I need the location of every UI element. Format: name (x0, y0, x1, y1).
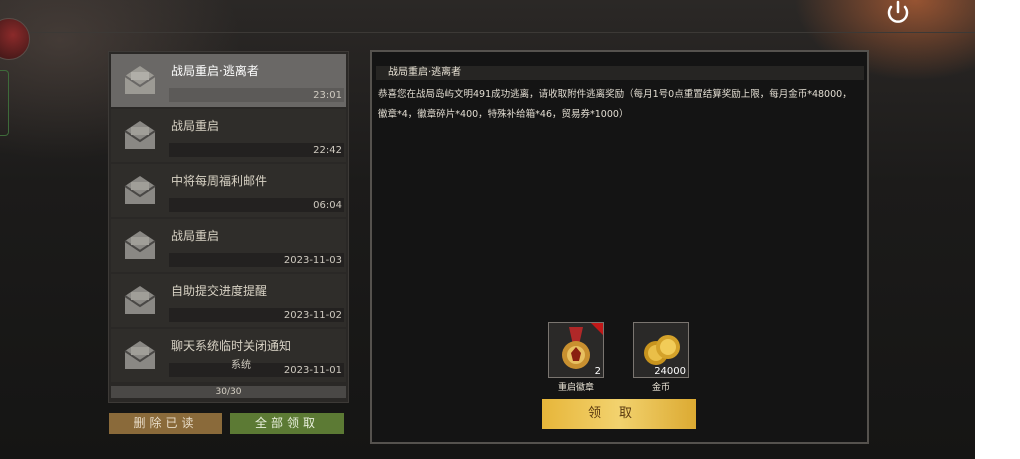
claim-button[interactable]: 领取 (542, 399, 696, 429)
reward-name: 金币 (651, 383, 670, 393)
mail-item[interactable]: 中将每周福利邮件 06:04 (111, 164, 346, 217)
power-icon[interactable] (880, 0, 916, 26)
mail-list[interactable]: 战局重启·逃离者 23:01 战局重启 22:42 中将每周福利邮件 06:04… (108, 51, 349, 403)
mail-title: 自助提交进度提醒 (171, 284, 268, 298)
mail-detail-panel: 战局重启·逃离者 恭喜您在战局岛屿文明491成功逃离，请收取附件逃离奖励（每月1… (370, 50, 869, 444)
envelope-icon (124, 341, 156, 369)
mail-time: 2023-11-01 (283, 365, 342, 376)
reward-item[interactable]: 2 重启徽章 (548, 322, 604, 393)
mail-item[interactable]: 战局重启 2023-11-03 (111, 219, 346, 272)
header-divider (0, 32, 975, 33)
reward-count: 2 (594, 366, 601, 377)
reward-slot[interactable]: 24000 (633, 322, 689, 378)
mail-sender: 系统 (231, 360, 251, 371)
mail-item[interactable]: 聊天系统临时关闭通知 系统 2023-11-01 (111, 329, 346, 382)
reward-count: 24000 (654, 366, 686, 377)
mail-title: 战局重启·逃离者 (171, 64, 259, 78)
mail-time: 22:42 (313, 145, 342, 156)
mail-detail-title: 战局重启·逃离者 (388, 67, 462, 78)
mail-item[interactable]: 战局重启·逃离者 23:01 (111, 54, 346, 107)
envelope-icon (124, 176, 156, 204)
mail-item[interactable]: 自助提交进度提醒 2023-11-02 (111, 274, 346, 327)
mail-counter: 30/30 (215, 387, 242, 397)
mail-title: 中将每周福利邮件 (171, 174, 268, 188)
mail-detail-header: 战局重启·逃离者 (376, 66, 864, 80)
delete-read-button[interactable]: 删除已读 (109, 413, 222, 434)
mail-time: 06:04 (313, 200, 342, 211)
reward-slot[interactable]: 2 (548, 322, 604, 378)
side-tab[interactable] (0, 70, 9, 136)
mail-time: 2023-11-03 (283, 255, 342, 266)
reward-name: 重启徽章 (557, 383, 594, 393)
envelope-icon (124, 231, 156, 259)
mail-time: 23:01 (313, 90, 342, 101)
envelope-icon (124, 286, 156, 314)
mail-time: 2023-11-02 (283, 310, 342, 321)
envelope-icon (124, 121, 156, 149)
mail-item[interactable]: 战局重启 22:42 (111, 109, 346, 162)
mail-title: 聊天系统临时关闭通知 (171, 339, 292, 353)
claim-all-button[interactable]: 全部领取 (230, 413, 344, 434)
envelope-icon (124, 66, 156, 94)
mail-title: 战局重启 (171, 119, 220, 133)
mail-detail-body: 恭喜您在战局岛屿文明491成功逃离，请收取附件逃离奖励（每月1号0点重置结算奖励… (378, 89, 852, 120)
reward-item[interactable]: 24000 金币 (633, 322, 689, 393)
mail-counter-bar: 30/30 (111, 386, 346, 398)
mail-title: 战局重启 (171, 229, 220, 243)
screen-edge (975, 0, 1020, 459)
new-indicator (591, 323, 603, 335)
